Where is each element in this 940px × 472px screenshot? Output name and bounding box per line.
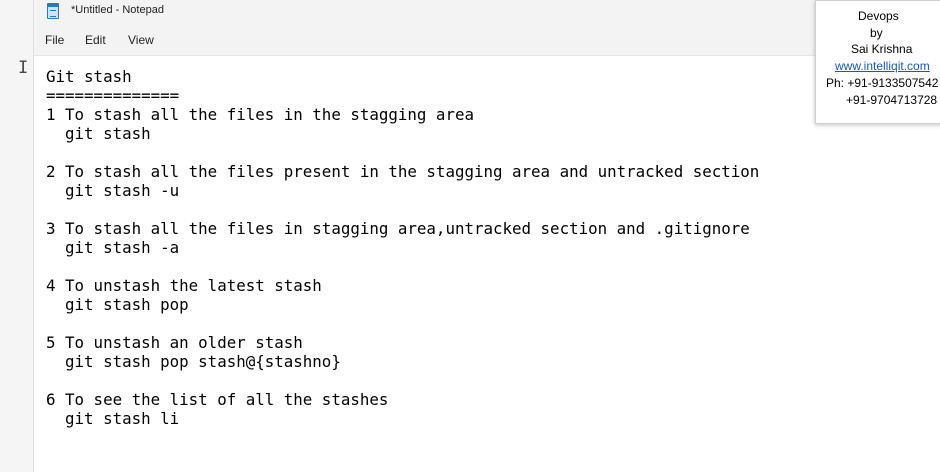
phone-secondary: +91-9704713728: [846, 93, 938, 107]
course-name: Devops: [858, 9, 899, 23]
website-link[interactable]: www.intelliqit.com: [835, 58, 930, 75]
menu-file[interactable]: File: [42, 32, 67, 48]
trainer-info-card: Devops by Sai Krishna www.intelliqit.com…: [815, 0, 940, 124]
menu-view[interactable]: View: [125, 32, 157, 48]
menu-edit[interactable]: Edit: [82, 32, 109, 48]
trainer-name: Sai Krishna: [851, 42, 913, 56]
text-editor-area[interactable]: Git stash ============== 1 To stash all …: [46, 67, 926, 462]
phone-primary: Ph: +91-9133507542: [826, 76, 939, 90]
window-title: *Untitled - Notepad: [71, 4, 164, 16]
notepad-icon: [47, 3, 59, 19]
notepad-window: *Untitled - Notepad File Edit View Git s…: [33, 0, 940, 472]
by-label: by: [870, 26, 883, 40]
title-bar[interactable]: *Untitled - Notepad: [34, 0, 940, 26]
desktop-background: I: [0, 0, 33, 472]
text-cursor-icon: I: [18, 58, 29, 78]
menu-bar: File Edit View: [34, 26, 940, 56]
